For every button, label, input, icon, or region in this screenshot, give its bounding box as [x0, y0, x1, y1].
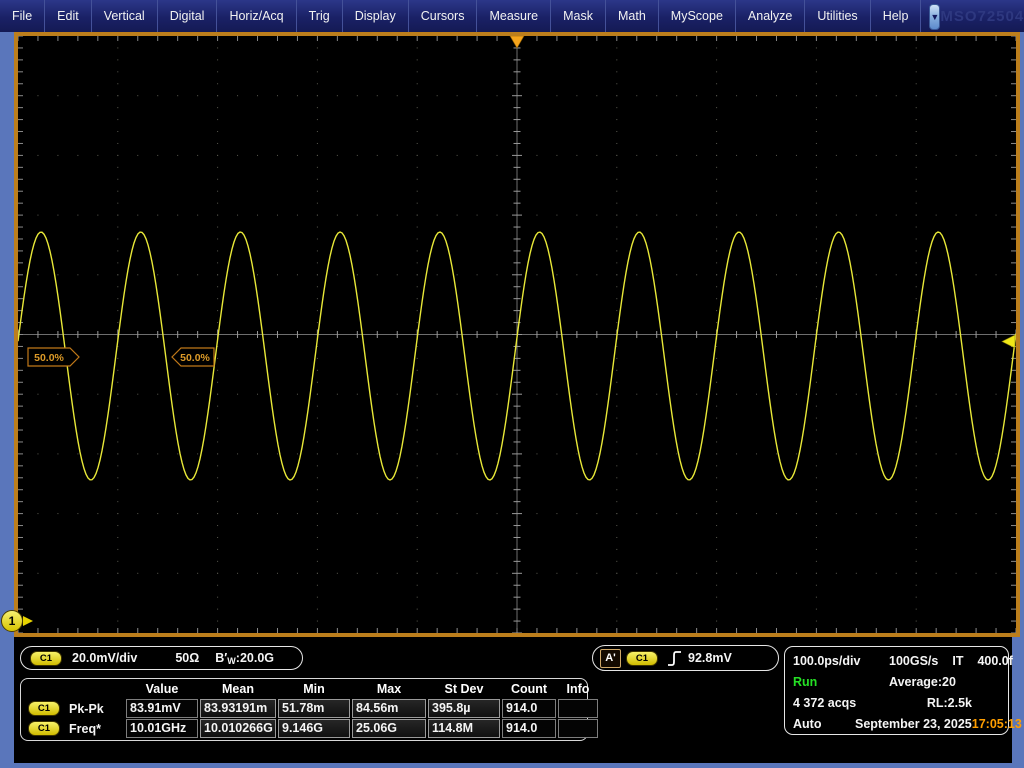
- channel-1-arrow-icon: [23, 616, 33, 626]
- acquisition-sampling-mode: IT: [952, 654, 963, 668]
- trigger-position-marker[interactable]: [510, 36, 524, 48]
- menu-item-digital[interactable]: Digital: [158, 0, 218, 32]
- menu-item-horiz-acq[interactable]: Horiz/Acq: [217, 0, 296, 32]
- measurement-header: Info: [558, 681, 598, 698]
- measurement-mean: 10.010266G: [200, 719, 276, 738]
- measurement-header: Value: [126, 681, 198, 698]
- waveform-display: 50.0% 50.0%: [18, 36, 1016, 633]
- channel-1-marker[interactable]: 1: [1, 610, 23, 632]
- measurement-header: Mean: [200, 681, 276, 698]
- timebase: 100.0ps/div: [793, 654, 889, 668]
- measurement-info: [558, 719, 598, 738]
- resolution: 400.0f: [977, 654, 1012, 668]
- svg-text:50.0%: 50.0%: [34, 352, 64, 364]
- measurement-name: Pk-Pk: [69, 702, 104, 716]
- measurement-info: [558, 699, 598, 718]
- measurement-min: 51.78m: [278, 699, 350, 718]
- menu-item-vertical[interactable]: Vertical: [92, 0, 158, 32]
- chevron-down-icon: ▼: [930, 12, 939, 22]
- menu-item-help[interactable]: Help: [871, 0, 922, 32]
- ref-flag-mid[interactable]: 50.0%: [172, 348, 214, 366]
- menu-item-math[interactable]: Math: [606, 0, 659, 32]
- vertical-scale: 20.0mV/div: [72, 651, 137, 665]
- menu-bar: FileEditVerticalDigitalHoriz/AcqTrigDisp…: [0, 0, 1024, 32]
- date: September 23, 2025: [855, 717, 972, 731]
- trigger-level: 92.8mV: [688, 651, 732, 665]
- measurement-count: 914.0: [502, 719, 556, 738]
- menu-item-display[interactable]: Display: [343, 0, 409, 32]
- bandwidth-readout: B′W:20.0G: [215, 651, 274, 666]
- measurement-channel-badge: C1: [28, 701, 60, 716]
- measurement-stdev: 395.8µ: [428, 699, 500, 718]
- ref-flag-left[interactable]: 50.0%: [28, 348, 79, 366]
- trigger-channel-badge: C1: [626, 651, 658, 666]
- measurement-max: 84.56m: [352, 699, 426, 718]
- measurement-count: 914.0: [502, 699, 556, 718]
- measurement-header: Max: [352, 681, 426, 698]
- sample-rate: 100GS/s: [889, 654, 938, 668]
- trigger-mode: Auto: [793, 717, 855, 731]
- clock-time: 17:05:13: [972, 717, 1022, 731]
- measurement-header: Count: [502, 681, 556, 698]
- measurement-mean: 83.93191m: [200, 699, 276, 718]
- measurement-row-label[interactable]: C1 Freq*: [22, 719, 124, 738]
- graticule-frame: 50.0% 50.0%: [14, 32, 1020, 637]
- rising-edge-icon: [667, 650, 682, 667]
- measurement-row-label[interactable]: C1 Pk-Pk: [22, 699, 124, 718]
- menu-item-file[interactable]: File: [0, 0, 45, 32]
- menu-item-analyze[interactable]: Analyze: [736, 0, 805, 32]
- measurement-min: 9.146G: [278, 719, 350, 738]
- average-count: Average:20: [889, 675, 956, 689]
- measurement-header: St Dev: [428, 681, 500, 698]
- model-watermark: MSO72504DX: [940, 8, 1024, 25]
- input-impedance: 50Ω: [175, 651, 199, 665]
- measurement-value: 83.91mV: [126, 699, 198, 718]
- menu-item-mask[interactable]: Mask: [551, 0, 606, 32]
- acquisition-count: 4 372 acqs: [793, 696, 856, 710]
- horizontal-acquisition-readout[interactable]: 100.0ps/div 100GS/s IT 400.0f Run Averag…: [784, 646, 1009, 735]
- trigger-level-arrow[interactable]: [1002, 335, 1015, 348]
- readout-panel: C1 20.0mV/div 50Ω B′W:20.0G A' C1 92.8mV…: [14, 637, 1012, 763]
- trigger-source-badge: A': [600, 649, 621, 668]
- menu-item-cursors[interactable]: Cursors: [409, 0, 478, 32]
- svg-text:50.0%: 50.0%: [180, 352, 210, 364]
- menu-overflow-button[interactable]: ▼: [929, 4, 940, 30]
- menu-item-measure[interactable]: Measure: [477, 0, 551, 32]
- channel-readout[interactable]: C1 20.0mV/div 50Ω B′W:20.0G: [20, 646, 303, 670]
- measurement-name: Freq*: [69, 722, 101, 736]
- trigger-readout[interactable]: A' C1 92.8mV: [592, 645, 779, 671]
- channel-badge: C1: [30, 651, 62, 666]
- menu-item-edit[interactable]: Edit: [45, 0, 92, 32]
- run-status: Run: [793, 675, 889, 689]
- menu-item-trig[interactable]: Trig: [297, 0, 343, 32]
- measurement-channel-badge: C1: [28, 721, 60, 736]
- channel-1-marker-label: 1: [9, 614, 16, 628]
- menu-item-myscope[interactable]: MyScope: [659, 0, 736, 32]
- measurement-header: Min: [278, 681, 350, 698]
- measurement-table: Value Mean Min Max St Dev Count Info C1 …: [20, 678, 588, 741]
- menu-item-utilities[interactable]: Utilities: [805, 0, 870, 32]
- measurement-stdev: 114.8M: [428, 719, 500, 738]
- measurement-max: 25.06G: [352, 719, 426, 738]
- measurement-value: 10.01GHz: [126, 719, 198, 738]
- measurement-header-blank: [22, 681, 124, 698]
- record-length: RL:2.5k: [927, 696, 972, 710]
